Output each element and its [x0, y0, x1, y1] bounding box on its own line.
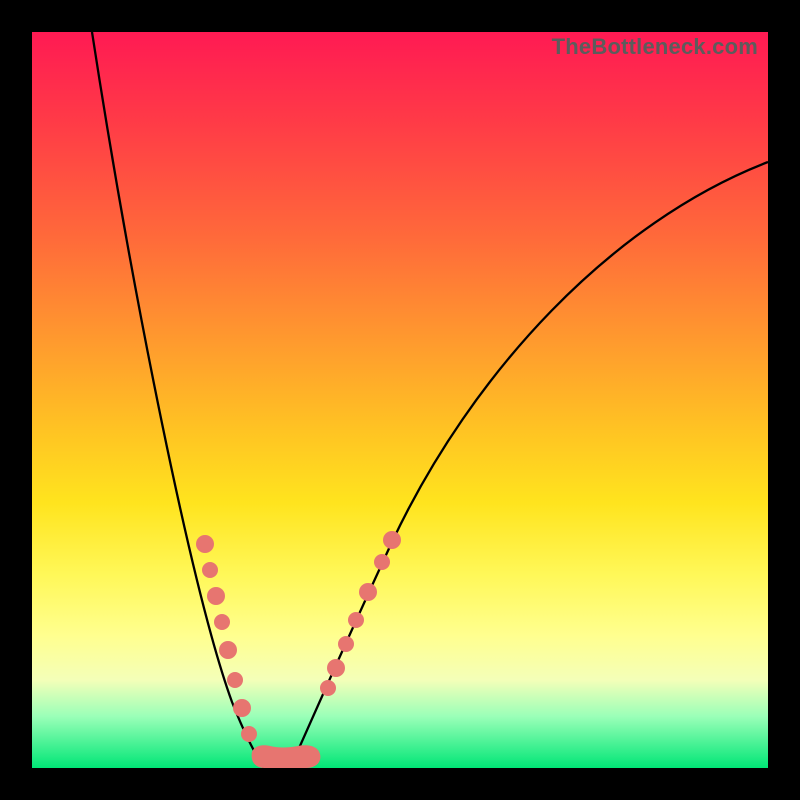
data-point: [327, 659, 345, 677]
data-point: [320, 680, 336, 696]
data-point: [338, 636, 354, 652]
right-curve: [290, 162, 768, 768]
data-point: [374, 554, 390, 570]
chart-frame: TheBottleneck.com: [0, 0, 800, 800]
data-point: [207, 587, 225, 605]
bottom-blob: [252, 745, 321, 768]
left-curve: [92, 32, 264, 768]
chart-plot-area: TheBottleneck.com: [32, 32, 768, 768]
data-point: [196, 535, 214, 553]
data-point: [219, 641, 237, 659]
data-point: [383, 531, 401, 549]
left-dots-group: [196, 535, 257, 742]
right-dots-group: [320, 531, 401, 696]
data-point: [202, 562, 218, 578]
data-point: [359, 583, 377, 601]
data-point: [348, 612, 364, 628]
chart-svg: [32, 32, 768, 768]
data-point: [214, 614, 230, 630]
data-point: [233, 699, 251, 717]
data-point: [227, 672, 243, 688]
data-point: [241, 726, 257, 742]
